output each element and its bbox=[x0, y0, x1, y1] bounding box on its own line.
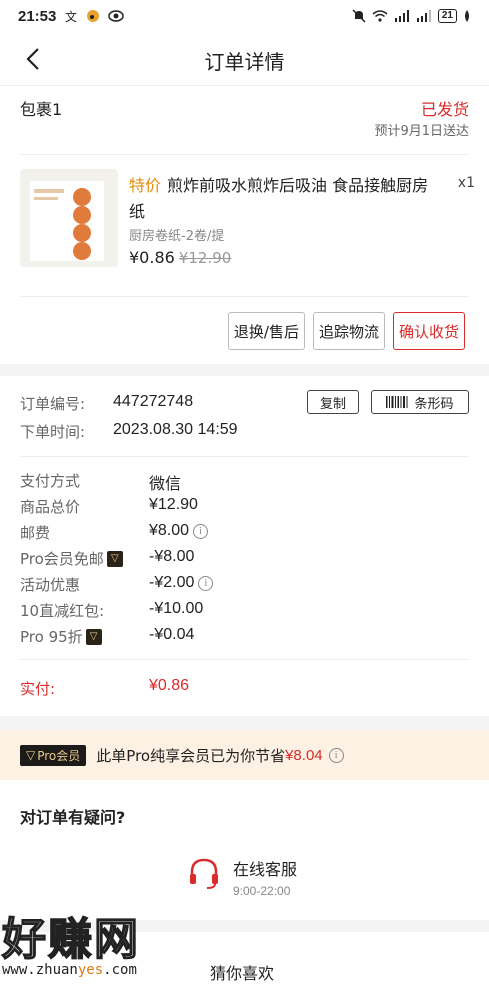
payment-row: 商品总价 ¥12.90 bbox=[20, 496, 469, 522]
divider bbox=[20, 154, 469, 155]
barcode-label: 条形码 bbox=[414, 396, 454, 412]
watermark-logo: 好赚网 bbox=[1, 913, 140, 966]
pro-v-icon: ▽ bbox=[26, 748, 36, 762]
page-title: 订单详情 bbox=[204, 50, 285, 74]
status-time: 21:53 bbox=[18, 7, 57, 25]
order-time: 2023.08.30 14:59 bbox=[113, 421, 238, 438]
order-number-label: 订单编号: bbox=[20, 395, 86, 413]
svg-text:文: 文 bbox=[65, 9, 77, 23]
action-buttons: 退换/售后 追踪物流 确认收货 bbox=[227, 312, 465, 350]
info-icon[interactable]: i bbox=[193, 523, 209, 539]
payment-row: 支付方式 微信 bbox=[20, 470, 469, 496]
paid-label: 实付: bbox=[20, 680, 56, 698]
product-price: ¥0.86 ¥12.90 bbox=[129, 248, 231, 267]
payment-label: Pro会员免邮 bbox=[20, 550, 104, 568]
payment-value: ¥12.90 bbox=[149, 496, 198, 513]
payment-label: 邮费 bbox=[20, 524, 51, 542]
mute-icon bbox=[352, 9, 366, 23]
payment-label: Pro 95折 bbox=[20, 628, 83, 646]
payment-label-wrap: Pro会员免邮 ▽ bbox=[20, 548, 123, 569]
product-title[interactable]: 特价 煎炸前吸水煎炸后吸油 食品接触厨房纸 bbox=[129, 173, 429, 225]
service-name: 在线客服 bbox=[233, 860, 298, 879]
app-notification-icon: 文 bbox=[64, 9, 78, 23]
payment-value: -¥10.00 bbox=[149, 600, 204, 617]
payment-label: 支付方式 bbox=[20, 472, 81, 490]
payment-label: 活动优惠 bbox=[20, 576, 81, 594]
watermark-url: www.zhuanyes.com bbox=[2, 962, 194, 978]
package-card: 包裹1 已发货 预计9月1日送达 特价 煎炸前吸水煎炸后吸油 食品接触厨房纸 x1… bbox=[0, 86, 489, 364]
wifi-icon bbox=[372, 10, 388, 22]
product-quantity: x1 bbox=[457, 175, 475, 191]
online-service-button[interactable]: 在线客服 9:00-22:00 bbox=[187, 856, 297, 898]
payment-row: Pro 95折 ▽ -¥0.04 bbox=[20, 626, 469, 652]
payment-value-wrap: ¥8.00 i bbox=[149, 522, 209, 540]
payment-row: 10直减红包: -¥10.00 bbox=[20, 600, 469, 626]
original-price: ¥12.90 bbox=[178, 249, 232, 267]
barcode-button[interactable]: 条形码 bbox=[371, 390, 469, 414]
info-icon[interactable]: i bbox=[328, 747, 344, 763]
weibo-icon bbox=[86, 9, 100, 23]
info-icon[interactable]: i bbox=[198, 575, 214, 591]
pro-member-tag: ▽ Pro会员 bbox=[20, 744, 87, 766]
pro-badge-icon: ▽ bbox=[106, 550, 123, 567]
divider bbox=[20, 296, 469, 297]
order-info-card: 订单编号: 447272748 复制 条形码 下单时间: 2023.08.30 … bbox=[0, 376, 489, 716]
pro-tag-label: Pro会员 bbox=[37, 748, 81, 763]
watermark-url-part: .com bbox=[103, 962, 137, 978]
nav-bar: 订单详情 bbox=[0, 32, 489, 86]
leaf-icon bbox=[463, 10, 471, 22]
track-shipment-button[interactable]: 追踪物流 bbox=[312, 312, 385, 350]
product-spec: 厨房卷纸-2卷/提 bbox=[129, 229, 225, 244]
signal-icon-2 bbox=[416, 10, 432, 22]
pro-savings-text: 此单Pro纯享会员已为你节省 bbox=[96, 746, 286, 765]
pro-badge-icon: ▽ bbox=[85, 628, 102, 645]
payment-label: 商品总价 bbox=[20, 498, 81, 516]
payment-label-wrap: Pro 95折 ▽ bbox=[20, 626, 102, 647]
site-watermark: 好赚网 www.zhuanyes.com bbox=[1, 913, 194, 978]
payment-row: 活动优惠 -¥2.00 i bbox=[20, 574, 469, 600]
payment-label: 10直减红包: bbox=[20, 602, 105, 620]
payment-row: Pro会员免邮 ▽ -¥8.00 bbox=[20, 548, 469, 574]
return-service-button[interactable]: 退换/售后 bbox=[227, 312, 305, 350]
order-number: 447272748 bbox=[113, 393, 194, 410]
copy-button[interactable]: 复制 bbox=[307, 390, 359, 414]
product-name: 煎炸前吸水煎炸后吸油 食品接触厨房纸 bbox=[129, 176, 429, 221]
service-hours: 9:00-22:00 bbox=[233, 884, 291, 898]
status-bar: 21:53 文 21 bbox=[0, 0, 489, 32]
payment-row: 邮费 ¥8.00 i bbox=[20, 522, 469, 548]
product-image[interactable] bbox=[20, 169, 118, 267]
pro-savings-amount: ¥8.04 bbox=[285, 746, 323, 764]
watermark-url-highlight: yes bbox=[77, 962, 104, 978]
confirm-receipt-button[interactable]: 确认收货 bbox=[392, 312, 465, 350]
headset-icon bbox=[190, 858, 218, 889]
battery-indicator: 21 bbox=[437, 9, 457, 23]
package-title: 包裹1 bbox=[20, 100, 63, 119]
payment-value-wrap: -¥2.00 i bbox=[149, 574, 214, 592]
special-price-tag: 特价 bbox=[129, 176, 162, 195]
delivery-eta: 预计9月1日送达 bbox=[374, 124, 469, 139]
help-card: 对订单有疑问? 在线客服 9:00-22:00 bbox=[0, 780, 489, 920]
payment-value: -¥0.04 bbox=[149, 626, 195, 643]
eye-icon bbox=[108, 10, 125, 22]
recommendations-title: 猜你喜欢 bbox=[210, 964, 275, 983]
order-time-label: 下单时间: bbox=[20, 423, 86, 441]
payment-value: -¥2.00 bbox=[149, 574, 195, 591]
signal-icon bbox=[394, 10, 410, 22]
watermark-url-part: www.zhuan bbox=[2, 962, 78, 978]
paid-amount: ¥0.86 bbox=[149, 677, 190, 694]
divider bbox=[20, 659, 469, 660]
barcode-icon bbox=[386, 396, 408, 408]
divider bbox=[20, 456, 469, 457]
shipping-status: 已发货 bbox=[420, 100, 469, 119]
help-title: 对订单有疑问? bbox=[20, 808, 126, 827]
payment-value: -¥8.00 bbox=[149, 548, 195, 565]
pro-savings-banner[interactable]: ▽ Pro会员 此单Pro纯享会员已为你节省 ¥8.04 i bbox=[0, 730, 489, 780]
current-price: ¥0.86 bbox=[129, 248, 175, 267]
payment-value: ¥8.00 bbox=[149, 522, 190, 539]
payment-value: 微信 bbox=[149, 476, 182, 493]
